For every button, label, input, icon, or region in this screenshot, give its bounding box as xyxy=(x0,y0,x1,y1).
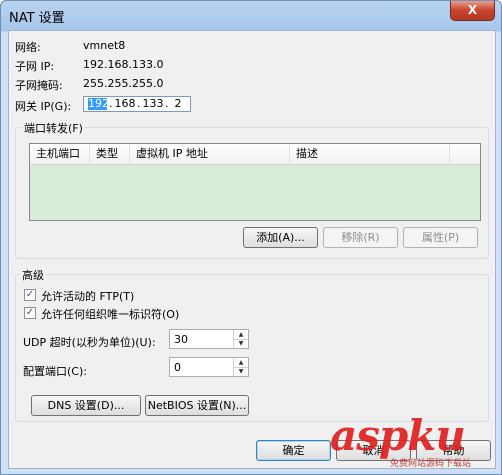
ok-button[interactable]: 确定 xyxy=(256,440,331,461)
list-header: 主机端口 类型 虚拟机 IP 地址 描述 xyxy=(30,144,480,165)
gateway-ip-input[interactable]: 192 . 168 . 133 . 2 xyxy=(83,96,191,112)
column-type[interactable]: 类型 xyxy=(90,144,130,164)
column-vm-ip[interactable]: 虚拟机 IP 地址 xyxy=(130,144,290,164)
watermark-subtitle: 免费网站源码下载站 xyxy=(390,459,472,469)
advanced-legend: 高级 xyxy=(20,267,46,283)
allow-uid-label[interactable]: 允许任何组织唯一标识符(O) xyxy=(41,306,179,322)
gateway-ip-label: 网关 IP(G): xyxy=(15,100,72,113)
close-button[interactable]: X xyxy=(450,1,495,21)
spinner-arrows[interactable]: ▲ ▼ xyxy=(233,358,248,376)
spin-down-icon[interactable]: ▼ xyxy=(234,339,248,348)
add-button[interactable]: 添加(A)... xyxy=(243,227,318,248)
config-port-value[interactable]: 0 xyxy=(174,361,181,374)
network-label: 网络: xyxy=(15,41,41,54)
dns-settings-button[interactable]: DNS 设置(D)... xyxy=(31,395,141,416)
allow-ftp-checkbox[interactable]: ✓ xyxy=(24,289,36,301)
port-forwarding-list[interactable]: 主机端口 类型 虚拟机 IP 地址 描述 xyxy=(29,143,481,221)
octet-separator: . xyxy=(137,97,141,110)
udp-timeout-label: UDP 超时(以秒为单位)(U): xyxy=(23,336,156,349)
subnet-mask-label: 子网掩码: xyxy=(15,79,63,92)
allow-ftp-label[interactable]: 允许活动的 FTP(T) xyxy=(41,288,134,304)
octet-separator: . xyxy=(165,97,169,110)
subnet-ip-label: 子网 IP: xyxy=(15,60,55,73)
spin-down-icon[interactable]: ▼ xyxy=(234,367,248,376)
config-port-spinner[interactable]: 0 ▲ ▼ xyxy=(169,357,249,377)
gateway-octet-4[interactable]: 2 xyxy=(170,98,186,110)
column-host-port[interactable]: 主机端口 xyxy=(30,144,90,164)
dialog-body: 网络: vmnet8 子网 IP: 192.168.133.0 子网掩码: 25… xyxy=(8,30,496,469)
gateway-octet-2[interactable]: 168 xyxy=(114,98,136,110)
title-bar[interactable]: NAT 设置 X xyxy=(1,1,501,29)
aspku-watermark-logo: aspku xyxy=(330,411,466,460)
octet-separator: . xyxy=(109,97,113,110)
properties-button[interactable]: 属性(P) xyxy=(403,227,478,248)
remove-button[interactable]: 移除(R) xyxy=(323,227,398,248)
subnet-mask-value: 255.255.255.0 xyxy=(83,77,164,90)
column-description[interactable]: 描述 xyxy=(290,144,450,164)
udp-timeout-value[interactable]: 30 xyxy=(174,333,188,346)
network-value: vmnet8 xyxy=(83,39,126,52)
udp-timeout-spinner[interactable]: 30 ▲ ▼ xyxy=(169,329,249,349)
config-port-label: 配置端口(C): xyxy=(23,365,87,378)
netbios-settings-button[interactable]: NetBIOS 设置(N)... xyxy=(145,395,249,416)
gateway-octet-1[interactable]: 192 xyxy=(88,98,109,110)
allow-uid-checkbox[interactable]: ✓ xyxy=(24,307,36,319)
gateway-octet-3[interactable]: 133 xyxy=(142,98,164,110)
port-forwarding-legend: 端口转发(F) xyxy=(22,120,85,136)
spinner-arrows[interactable]: ▲ ▼ xyxy=(233,330,248,348)
subnet-ip-value: 192.168.133.0 xyxy=(83,58,164,71)
window-title: NAT 设置 xyxy=(9,11,65,26)
nat-settings-window: NAT 设置 X 网络: vmnet8 子网 IP: 192.168.133.0… xyxy=(0,0,502,475)
